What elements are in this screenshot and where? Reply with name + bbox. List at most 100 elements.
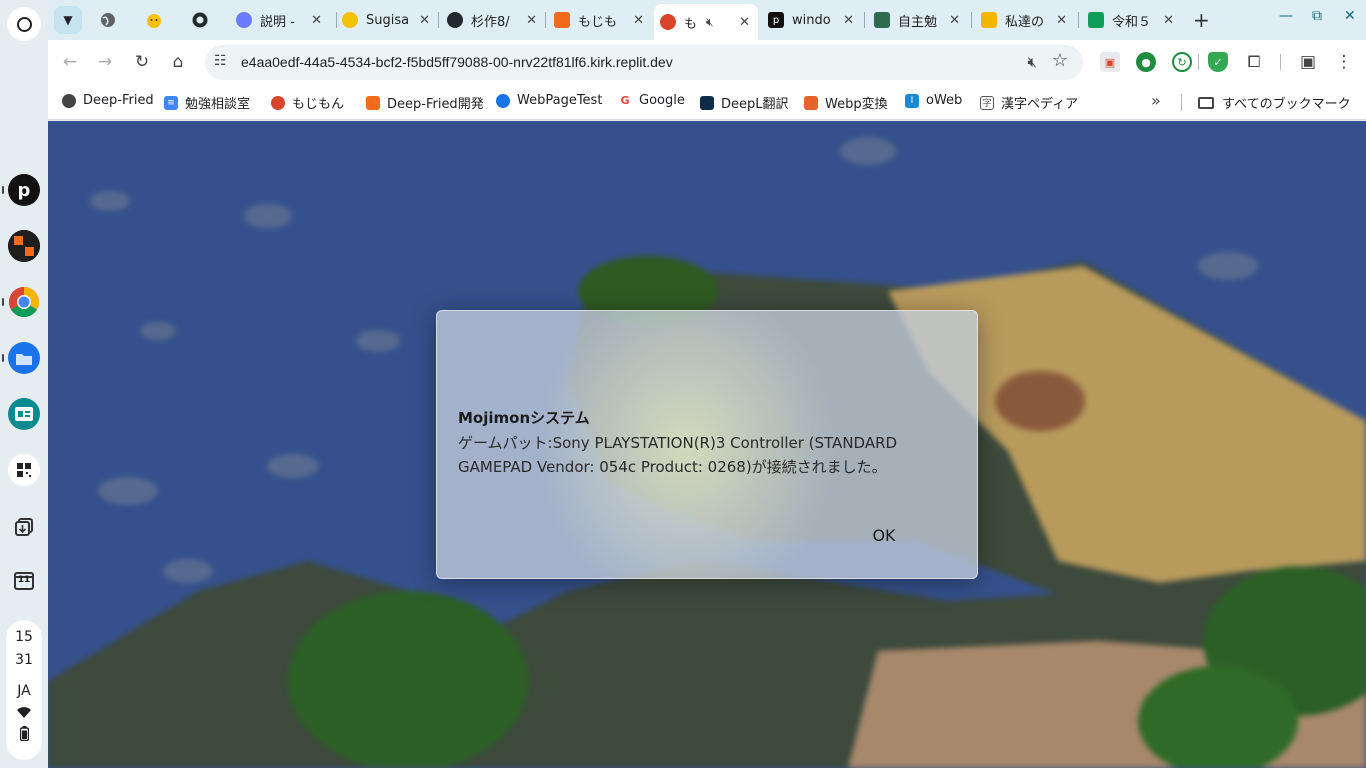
tab-favicon-icon [447, 12, 463, 28]
running-indicator [2, 354, 4, 362]
tab-close-icon[interactable]: ✕ [843, 13, 854, 28]
tab-favicon-icon [660, 14, 676, 30]
shelf-app-deepfried-icon[interactable] [8, 230, 40, 262]
tab-separator [864, 12, 865, 28]
reload-icon[interactable]: ↻ [130, 50, 154, 74]
shelf-app-chrome-icon[interactable] [8, 286, 40, 318]
tab-favicon-icon: p [768, 12, 784, 28]
battery-icon [19, 726, 29, 749]
shelf-app-p-icon[interactable]: p [8, 174, 40, 206]
bookmarks-bar: Deep-Fried ≡ 勉強相談室 もじもん Deep-Fried開発 WebP… [48, 84, 1366, 120]
tab-favicon-icon [554, 12, 570, 28]
shelf-app-classroom-icon[interactable] [8, 398, 40, 430]
bookmark-label: Deep-Fried開発 [387, 97, 484, 112]
tab-close-icon[interactable]: ✕ [1163, 13, 1174, 28]
tab-6[interactable]: p windo ✕ [762, 6, 862, 34]
ime-indicator: JA [17, 683, 31, 699]
bookmark-favicon-icon [496, 93, 510, 108]
extension-green-icon[interactable]: ● [1136, 52, 1156, 72]
tab-5-active[interactable]: も 🔇︎ ✕ [654, 4, 758, 40]
bookmark-item[interactable]: DeepL翻訳 [700, 93, 789, 112]
all-bookmarks-label: すべてのブックマーク [1222, 97, 1351, 112]
back-icon[interactable]: ← [58, 50, 82, 74]
wifi-icon [17, 703, 31, 726]
close-window-icon[interactable]: ✕ [1344, 8, 1356, 24]
tab-close-icon[interactable]: ✕ [739, 15, 750, 30]
bookmark-item[interactable]: G Google [618, 93, 685, 108]
tab-favicon-icon [981, 12, 997, 28]
shelf-app-files-icon[interactable] [8, 342, 40, 374]
pinned-tab-sugisaku[interactable] [142, 8, 166, 32]
muted-site-icon[interactable]: 🔇︎ [1028, 53, 1037, 71]
tab-close-icon[interactable]: ✕ [419, 13, 430, 28]
tab-2[interactable]: Sugisa ✕ [336, 6, 438, 34]
tab-favicon-icon [1088, 12, 1104, 28]
google-icon: G [618, 93, 632, 108]
qr-code-icon [17, 463, 31, 477]
new-tab-icon[interactable]: + [1193, 8, 1210, 32]
tab-4[interactable]: もじも ✕ [548, 6, 652, 34]
tab-3[interactable]: 杉作8/ ✕ [441, 6, 545, 34]
folder-icon [16, 353, 32, 365]
bookmark-item[interactable]: Webp変換 [804, 93, 888, 112]
forward-icon[interactable]: → [93, 50, 117, 74]
shield-icon[interactable]: ✓ [1208, 52, 1228, 72]
menu-kebab-icon[interactable]: ⋮ [1332, 50, 1356, 74]
home-icon[interactable]: ⌂ [166, 50, 190, 74]
pinned-tab-github[interactable] [188, 8, 212, 32]
tab-search-button[interactable]: ▼ [54, 6, 82, 34]
tab-close-icon[interactable]: ✕ [1056, 13, 1067, 28]
dialog-title: Mojimonシステム [458, 409, 590, 427]
bookmark-item[interactable]: 字漢字ペディア [980, 93, 1078, 112]
tab-close-icon[interactable]: ✕ [633, 13, 644, 28]
bookmark-label: 勉強相談室 [185, 97, 251, 112]
classroom-icon [15, 407, 33, 421]
tab-title: 説明 - [260, 14, 295, 30]
github-icon [192, 12, 208, 28]
extensions-puzzle-icon[interactable]: ⧠ [1242, 50, 1266, 74]
omnibox[interactable]: ☷ e4aa0edf-44a5-4534-bcf2-f5bd5ff79088-0… [205, 45, 1083, 80]
shelf-calendar[interactable]: 11 [8, 564, 40, 596]
chrome-icon [8, 287, 40, 318]
bookmarks-separator [1181, 94, 1182, 111]
tab-8[interactable]: 私達の ✕ [975, 6, 1075, 34]
tab-1[interactable]: 説明 - ✕ [230, 6, 330, 34]
url-text[interactable]: e4aa0edf-44a5-4534-bcf2-f5bd5ff79088-00-… [241, 54, 673, 70]
tab-title: windo [792, 12, 831, 28]
tab-muted-icon[interactable]: 🔇︎ [706, 15, 714, 30]
deepl-icon [700, 95, 714, 110]
tab-title: もじも [578, 14, 618, 30]
toolbar: ← → ↻ ⌂ ☷ e4aa0edf-44a5-4534-bcf2-f5bd5f… [48, 40, 1366, 84]
ok-button[interactable]: OK [857, 519, 911, 551]
tab-close-icon[interactable]: ✕ [311, 13, 322, 28]
shelf-app-qr-icon[interactable] [8, 454, 40, 486]
restore-icon[interactable]: ⧉ [1312, 8, 1322, 24]
bookmark-item[interactable]: ≡ 勉強相談室 [164, 93, 250, 112]
cast-ext-icon[interactable]: ▣ [1100, 52, 1120, 72]
bookmark-item[interactable]: もじもん [271, 93, 344, 112]
all-bookmarks-button[interactable]: すべてのブックマーク [1198, 93, 1351, 112]
extension-sync-icon[interactable]: ↻ [1172, 52, 1192, 72]
bookmark-favicon-icon [804, 95, 818, 110]
tab-9[interactable]: 令和５ ✕ [1082, 6, 1182, 34]
minimize-icon[interactable]: — [1279, 8, 1293, 24]
shelf-app-holding-space-icon[interactable] [8, 511, 40, 543]
bookmark-label: 漢字ペディア [1001, 97, 1079, 112]
side-panel-icon[interactable]: ▣ [1296, 50, 1320, 74]
bookmark-item[interactable]: Deep-Fried [62, 93, 154, 108]
launcher-button[interactable] [7, 7, 41, 41]
bookmark-favicon-icon [366, 95, 380, 110]
tab-close-icon[interactable]: ✕ [949, 13, 960, 28]
tab-7[interactable]: 自主勉 ✕ [868, 6, 968, 34]
bookmark-item[interactable]: WebPageTest [496, 93, 602, 108]
status-area[interactable]: 15 31 JA [6, 620, 42, 760]
bookmark-item[interactable]: IoWeb [905, 93, 962, 108]
chevron-down-icon: ▼ [63, 13, 73, 27]
site-info-icon[interactable]: ☷ [214, 53, 227, 69]
tab-separator [545, 12, 546, 28]
bookmark-star-icon[interactable]: ☆ [1052, 50, 1068, 71]
bookmark-item[interactable]: Deep-Fried開発 [366, 93, 484, 112]
pinned-tab-globe[interactable] [96, 8, 120, 32]
bookmarks-overflow-icon[interactable]: » [1151, 91, 1161, 110]
tab-close-icon[interactable]: ✕ [526, 13, 537, 28]
